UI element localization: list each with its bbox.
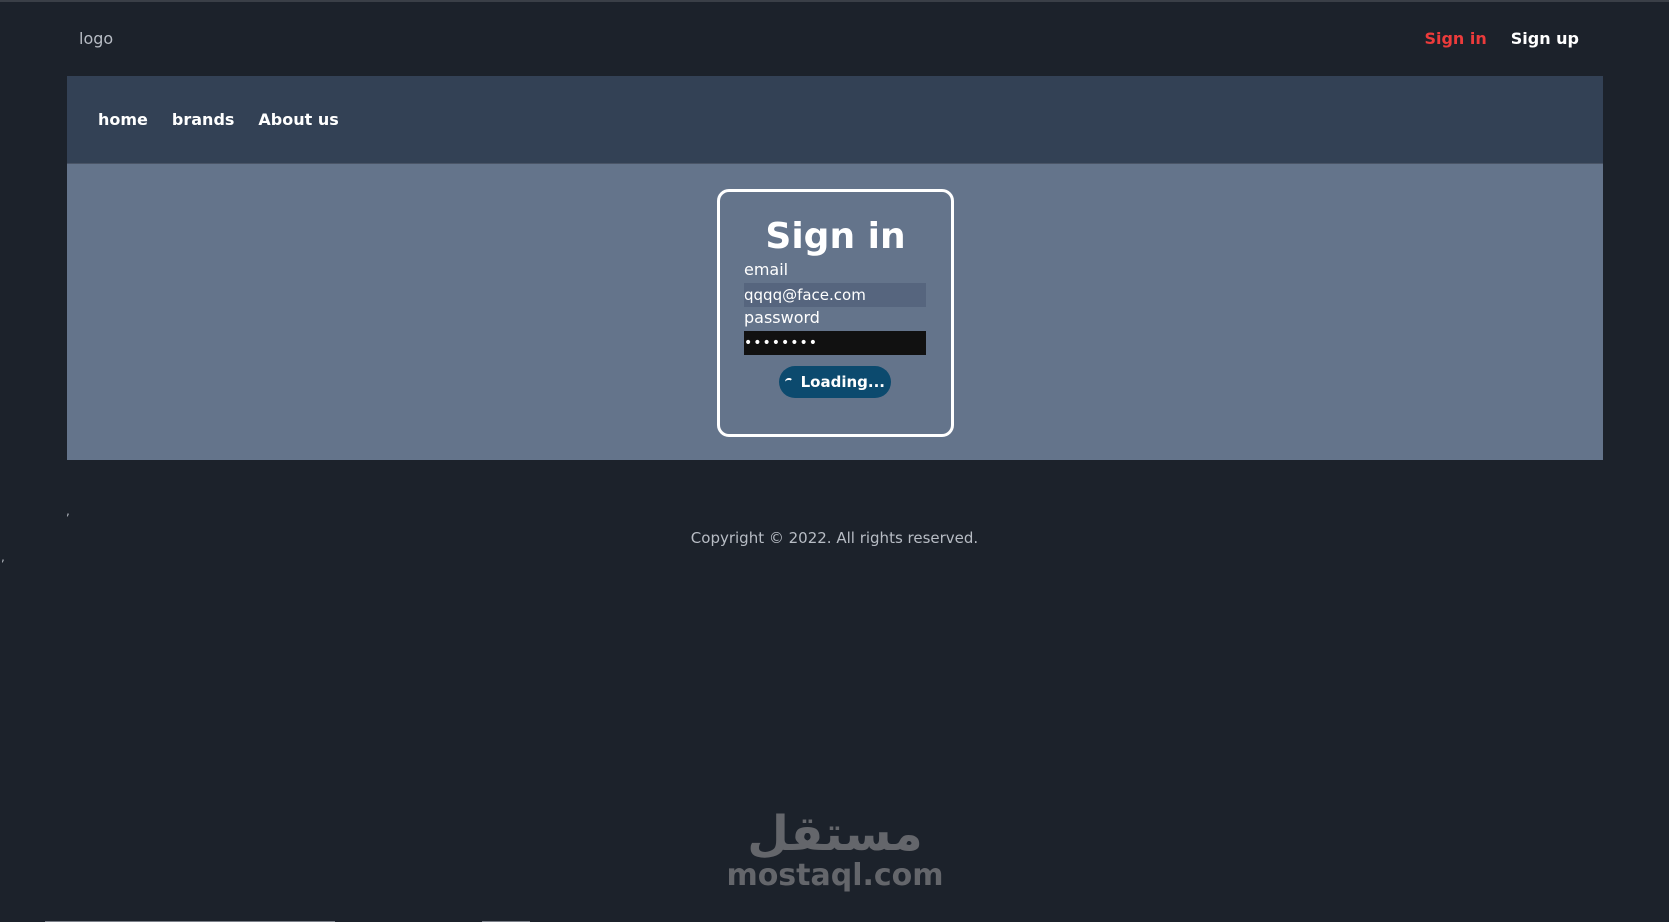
signin-title: Sign in [765, 216, 906, 257]
auth-links: Sign in Sign up [1424, 29, 1579, 48]
submit-button-label: Loading... [800, 373, 885, 391]
nav-item-brands[interactable]: brands [172, 110, 235, 129]
loading-spinner-icon [785, 378, 793, 386]
watermark-arabic-text: مستقل [747, 806, 923, 862]
main-navbar: home brands About us [67, 76, 1603, 164]
main-content: Sign in email password Loading... [67, 164, 1603, 460]
signin-card: Sign in email password Loading... [717, 189, 954, 437]
email-label: email [744, 260, 789, 279]
copyright-text: Copyright © 2022. All rights reserved. [690, 529, 979, 547]
mostaql-watermark: مستقل mostaql.com [700, 808, 970, 908]
logo: logo [79, 29, 114, 48]
top-bar: logo Sign in Sign up [0, 2, 1669, 76]
nav-list: home brands About us [98, 110, 339, 129]
nav-item-home[interactable]: home [98, 110, 148, 129]
watermark-latin-text: mostaql.com [726, 858, 944, 893]
password-label: password [744, 308, 820, 327]
password-field[interactable] [744, 331, 926, 355]
signup-link[interactable]: Sign up [1511, 29, 1579, 48]
nav-item-about-us[interactable]: About us [258, 110, 338, 129]
signin-submit-button[interactable]: Loading... [779, 366, 891, 398]
stray-comma-mark: , [66, 504, 70, 518]
stray-comma-mark-2: , [1, 550, 5, 564]
page: logo Sign in Sign up home brands About u… [0, 0, 1669, 922]
signin-link[interactable]: Sign in [1424, 29, 1486, 48]
email-field[interactable] [744, 283, 926, 307]
